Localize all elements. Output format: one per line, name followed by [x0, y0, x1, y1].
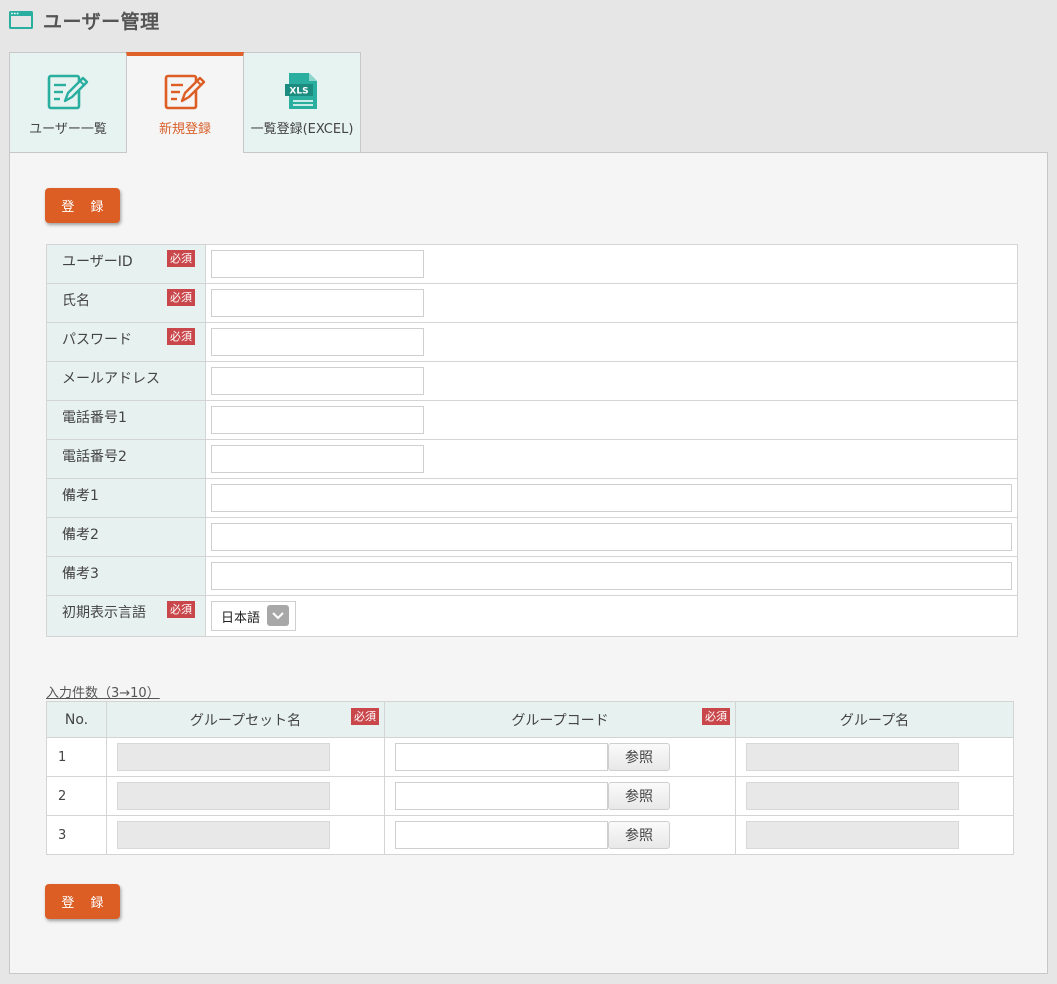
table-row: 3 参照 [46, 815, 1014, 855]
form-row-password: パスワード 必須 [46, 322, 1018, 362]
groupset-name-field [117, 782, 330, 810]
name-input[interactable] [211, 289, 424, 317]
phone1-input[interactable] [211, 406, 424, 434]
form-row-note3: 備考3 [46, 556, 1018, 596]
language-label: 初期表示言語 [62, 605, 146, 621]
groupset-name-field [117, 821, 330, 849]
tab-bar: ユーザー一覧 新規登録 XLS 一覧登録(EXCEL) [9, 52, 361, 153]
form-row-language: 初期表示言語 必須 日本語 [46, 595, 1018, 637]
note3-input[interactable] [211, 562, 1012, 590]
user-form: ユーザーID 必須 氏名 必須 パスワード 必須 メールアドレス 電話番号1 電話番号… [46, 244, 1018, 637]
form-row-name: 氏名 必須 [46, 283, 1018, 323]
required-badge: 必須 [702, 708, 730, 725]
column-header-groupset-label: グループセット名 [189, 712, 302, 729]
password-label: パスワード [62, 332, 132, 348]
form-row-note1: 備考1 [46, 478, 1018, 518]
window-icon [9, 11, 33, 29]
group-table-header: No. グループセット名 必須 グループコード 必須 グループ名 [46, 701, 1014, 738]
email-input[interactable] [211, 367, 424, 395]
page-title: ユーザー管理 [43, 10, 160, 33]
column-header-groupname: グループ名 [735, 701, 1014, 738]
tab-excel-import[interactable]: XLS 一覧登録(EXCEL) [243, 52, 361, 152]
table-row: 1 参照 [46, 737, 1014, 777]
note2-input[interactable] [211, 523, 1012, 551]
tab-new-registration[interactable]: 新規登録 [126, 52, 244, 153]
email-label: メールアドレス [62, 371, 160, 387]
edit-list-icon [47, 74, 89, 110]
tab-label: 一覧登録(EXCEL) [250, 122, 354, 137]
form-row-email: メールアドレス [46, 361, 1018, 401]
required-badge: 必須 [167, 289, 195, 306]
tab-label: ユーザー一覧 [29, 122, 107, 137]
register-button-bottom[interactable]: 登 録 [45, 884, 120, 919]
user-id-label: ユーザーID [62, 254, 133, 270]
note3-label: 備考3 [62, 566, 99, 582]
group-name-field [746, 782, 959, 810]
xls-file-icon: XLS [285, 73, 317, 109]
table-row: 2 参照 [46, 776, 1014, 816]
groupset-name-field [117, 743, 330, 771]
group-name-field [746, 821, 959, 849]
register-button-top[interactable]: 登 録 [45, 188, 120, 223]
note2-label: 備考2 [62, 527, 99, 543]
note1-input[interactable] [211, 484, 1012, 512]
required-badge: 必須 [351, 708, 379, 725]
reference-button[interactable]: 参照 [608, 743, 670, 771]
required-badge: 必須 [167, 250, 195, 267]
required-badge: 必須 [167, 328, 195, 345]
edit-new-icon [164, 74, 206, 110]
registration-panel: 登 録 ユーザーID 必須 氏名 必須 パスワード 必須 メールアドレス 電話番号1 … [9, 152, 1048, 974]
column-header-groupcode-label: グループコード [511, 712, 609, 729]
password-input[interactable] [211, 328, 424, 356]
form-row-note2: 備考2 [46, 517, 1018, 557]
language-select[interactable]: 日本語 [211, 601, 296, 631]
phone2-label: 電話番号2 [62, 449, 127, 465]
reference-button[interactable]: 参照 [608, 782, 670, 810]
page-header: ユーザー管理 [9, 6, 160, 34]
column-header-no: No. [46, 701, 107, 738]
language-select-value: 日本語 [221, 610, 261, 626]
group-code-input[interactable] [395, 782, 608, 810]
tab-user-list[interactable]: ユーザー一覧 [9, 52, 127, 152]
phone2-input[interactable] [211, 445, 424, 473]
column-header-groupset: グループセット名 必須 [106, 701, 385, 738]
phone1-label: 電話番号1 [62, 410, 127, 426]
group-table: No. グループセット名 必須 グループコード 必須 グループ名 1 参照 2 参照… [46, 701, 1014, 855]
row-number: 1 [46, 737, 107, 777]
group-name-field [746, 743, 959, 771]
row-number: 3 [46, 815, 107, 855]
form-row-phone2: 電話番号2 [46, 439, 1018, 479]
reference-button[interactable]: 参照 [608, 821, 670, 849]
xls-label: XLS [289, 87, 308, 97]
entry-count-link[interactable]: 入力件数（3→10） [46, 682, 160, 701]
row-number: 2 [46, 776, 107, 816]
name-label: 氏名 [62, 293, 90, 309]
tab-label: 新規登録 [158, 122, 211, 137]
form-row-user-id: ユーザーID 必須 [46, 244, 1018, 284]
group-code-input[interactable] [395, 821, 608, 849]
column-header-groupcode: グループコード 必須 [384, 701, 736, 738]
chevron-down-icon [267, 605, 289, 626]
required-badge: 必須 [167, 601, 195, 618]
note1-label: 備考1 [62, 488, 99, 504]
user-id-input[interactable] [211, 250, 424, 278]
form-row-phone1: 電話番号1 [46, 400, 1018, 440]
group-code-input[interactable] [395, 743, 608, 771]
